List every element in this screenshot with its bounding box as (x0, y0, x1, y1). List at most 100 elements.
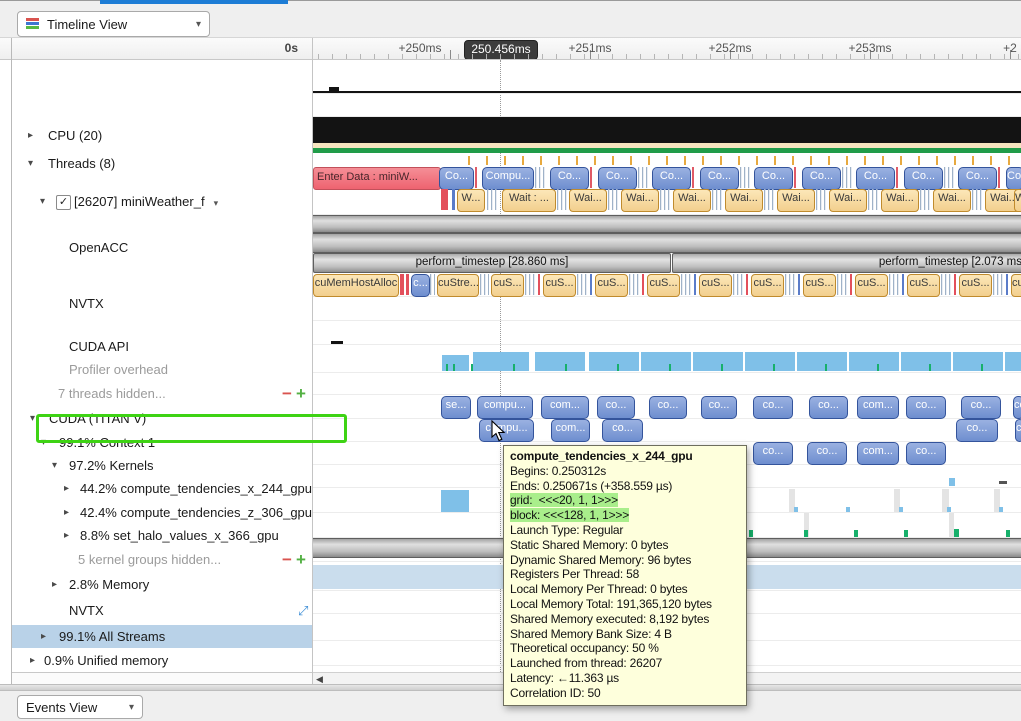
cuda-api-block[interactable] (406, 274, 409, 295)
cpu-utilization-block[interactable] (329, 87, 339, 93)
openacc-wait-block[interactable] (557, 189, 567, 210)
openacc-launch-block[interactable] (944, 167, 956, 188)
disclosure-arrow-icon[interactable]: ▸ (41, 625, 46, 648)
kernels-all-block[interactable]: se... (441, 396, 471, 419)
gpu-activity-marks-block[interactable] (446, 364, 448, 371)
gpu-activity-marks-block[interactable] (513, 364, 515, 371)
gpu-activity-block[interactable] (473, 352, 529, 371)
memory-ops-block[interactable] (904, 530, 908, 537)
cuda-api-block[interactable] (746, 274, 748, 295)
tree-item[interactable]: ▾Threads (8) (12, 152, 312, 175)
kernels-all-block[interactable]: co... (961, 396, 1001, 419)
gpu-activity-marks-block[interactable] (773, 364, 775, 371)
cuda-api-block[interactable] (902, 274, 904, 295)
openacc-wait-block[interactable]: Wait : ... (502, 189, 556, 212)
cuda-api-block[interactable] (430, 274, 435, 295)
timeline-ruler[interactable]: 250.456ms +250ms+251ms+252ms+253ms+2 (312, 38, 1021, 60)
openacc-launch-block[interactable] (535, 167, 547, 188)
kernel-42-compute-z-block[interactable]: co... (906, 442, 946, 465)
cuda-api-block[interactable] (993, 274, 1004, 295)
openacc-launch-block[interactable]: Co... (856, 167, 895, 190)
gpu-activity-block[interactable] (641, 352, 691, 371)
cuda-api-block[interactable] (733, 274, 744, 295)
kernels-all-block[interactable]: co... (753, 396, 793, 419)
tree-item[interactable]: ▸CPU (20) (12, 124, 312, 147)
cuda-api-block[interactable]: cuS... (1011, 274, 1021, 297)
kernel-44-compute-x-block[interactable]: compu... (479, 419, 534, 442)
cuda-api-block[interactable]: cuMemHostAlloc (313, 274, 399, 297)
kernel-42-compute-z-block[interactable]: com... (857, 442, 899, 465)
disclosure-arrow-icon[interactable]: ▸ (64, 501, 69, 524)
tree-item[interactable]: 5 kernel groups hidden...−+ (12, 548, 312, 571)
disclosure-arrow-icon[interactable]: ▸ (64, 477, 69, 500)
openacc-wait-block[interactable]: W... (457, 189, 485, 212)
memory-ops-block[interactable] (954, 529, 959, 537)
kernels-all-block[interactable]: co... (701, 396, 737, 419)
kernels-all-block[interactable]: com... (857, 396, 899, 419)
cuda-api-block[interactable] (941, 274, 952, 295)
openacc-launch-block[interactable] (475, 167, 480, 188)
memory-ops-block[interactable] (1006, 530, 1010, 537)
cuda-api-block[interactable]: cuS... (907, 274, 940, 297)
gpu-activity-block[interactable] (535, 352, 585, 371)
cuda-api-block[interactable] (889, 274, 900, 295)
kernels-all-block[interactable]: co... (906, 396, 946, 419)
gpu-activity-marks-block[interactable] (669, 364, 671, 371)
cuda-api-block[interactable] (480, 274, 489, 295)
timeline-view-select[interactable]: Timeline View ▾ (17, 11, 210, 37)
kernel-groups-hidden-block[interactable] (846, 507, 850, 512)
kernels-all-block[interactable]: co... (597, 396, 635, 419)
nvtx-ranges-block[interactable]: perform_timestep [2.073 ms] (672, 253, 1021, 273)
tree-item[interactable]: ▸44.2% compute_tendencies_x_244_gpu (12, 477, 312, 500)
kernels-all-block[interactable]: co... (809, 396, 848, 419)
disclosure-arrow-icon[interactable]: ▸ (28, 124, 33, 147)
tree-item[interactable]: Profiler overhead (12, 358, 312, 381)
cuda-api-block[interactable]: cuS... (543, 274, 576, 297)
cuda-api-block[interactable] (629, 274, 640, 295)
kernel-groups-hidden-block[interactable] (947, 507, 951, 512)
cuda-api-block[interactable] (525, 274, 536, 295)
kernel-8-set-halo-block[interactable] (949, 478, 955, 486)
gpu-activity-marks-block[interactable] (471, 364, 473, 371)
tree-item[interactable]: 7 threads hidden...−+ (12, 382, 312, 405)
cuda-api-block[interactable]: cuStre... (437, 274, 479, 297)
expand-row-icon[interactable]: ⤢ (298, 599, 308, 622)
add-filter-icon[interactable]: + (296, 548, 306, 571)
cuda-api-block[interactable]: cuS... (803, 274, 836, 297)
kernels-all-block[interactable]: com... (541, 396, 589, 419)
openacc-launch-block[interactable] (842, 167, 854, 188)
openacc-wait-block[interactable]: Wai... (933, 189, 971, 212)
openacc-launch-block[interactable]: Co... (904, 167, 943, 190)
openacc-launch-block[interactable] (638, 167, 650, 188)
gpu-activity-block[interactable] (901, 352, 951, 371)
cuda-api-block[interactable]: cuS... (491, 274, 524, 297)
cuda-api-block[interactable] (785, 274, 796, 295)
gpu-activity-block[interactable] (745, 352, 795, 371)
disclosure-arrow-icon[interactable]: ▾ (40, 190, 45, 213)
openacc-launch-block[interactable]: Co... (652, 167, 691, 190)
openacc-wait-block[interactable] (868, 189, 878, 210)
kernels-all-block[interactable]: compu... (477, 396, 533, 419)
cuda-api-block[interactable] (1006, 274, 1008, 295)
events-view-select[interactable]: Events View ▾ (17, 695, 143, 719)
disclosure-arrow-icon[interactable]: ▾ (28, 152, 33, 175)
cuda-api-block[interactable] (694, 274, 696, 295)
kernel-8-set-halo-block[interactable] (999, 481, 1007, 484)
openacc-launch-block[interactable] (692, 167, 697, 188)
gpu-activity-block[interactable] (953, 352, 1003, 371)
openacc-wait-block[interactable]: Wai... (829, 189, 867, 212)
thread-checkbox[interactable]: ✓ (56, 195, 71, 210)
tree-item[interactable]: ▸8.8% set_halo_values_x_366_gpu (12, 524, 312, 547)
kernel-44-compute-x-block[interactable]: com... (551, 419, 590, 442)
openacc-launch-block[interactable] (794, 167, 799, 188)
openacc-launch-block[interactable] (740, 167, 752, 188)
openacc-wait-block[interactable]: W... (1014, 189, 1021, 212)
openacc-wait-block[interactable]: Wai... (673, 189, 711, 212)
cuda-api-block[interactable]: cuS... (959, 274, 992, 297)
cuda-api-block[interactable]: cuS... (699, 274, 732, 297)
cuda-api-block[interactable]: c... (411, 274, 430, 297)
openacc-launch-block[interactable]: Co... (754, 167, 793, 190)
tree-item[interactable]: ▾97.2% Kernels (12, 454, 312, 477)
tree-item[interactable]: ▸99.1% All Streams (12, 625, 312, 648)
openacc-wait-block[interactable]: Wai... (777, 189, 815, 212)
